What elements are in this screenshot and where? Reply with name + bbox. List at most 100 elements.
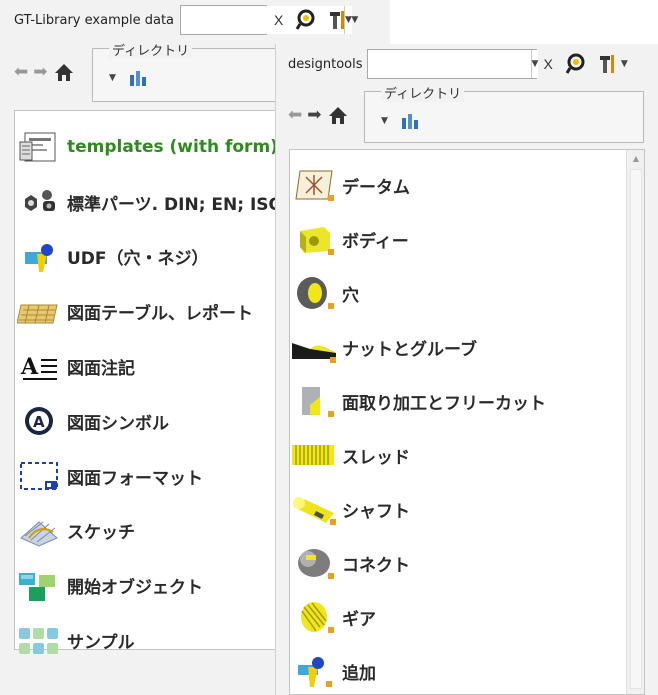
- designtools-item-list: データムボディー穴ナットとグルーブ面取り加工とフリーカット スレッドシャフトコネク…: [289, 149, 645, 695]
- list-item-label: 穴: [342, 285, 359, 306]
- drawing-note-icon: A: [15, 348, 63, 386]
- library-nav: ⬅ ➡: [14, 62, 75, 82]
- forward-arrow-icon[interactable]: ➡: [307, 106, 321, 124]
- library-search-input[interactable]: [181, 6, 345, 34]
- drawing-table-icon: [15, 293, 63, 331]
- list-item[interactable]: templates (with form): [15, 120, 313, 175]
- designtools-search-combo[interactable]: ▼: [366, 49, 539, 79]
- clear-search-button[interactable]: X: [274, 12, 283, 28]
- list-item-label: 図面注記: [67, 359, 135, 380]
- directory-label: ディレクトリ: [381, 83, 465, 102]
- library-search-combo[interactable]: ▼: [180, 5, 352, 35]
- list-item[interactable]: シャフト: [290, 482, 644, 536]
- sample-icon: [15, 622, 63, 660]
- list-item[interactable]: A 図面シンボル: [15, 394, 313, 449]
- list-item[interactable]: UDF（穴・ネジ）: [15, 230, 313, 285]
- list-item-label: 図面シンボル: [67, 413, 169, 434]
- start-object-icon: [15, 567, 63, 605]
- list-item-label: UDF（穴・ネジ）: [67, 249, 209, 270]
- list-item-label: コネクト: [342, 555, 410, 576]
- nut-groove-icon: [290, 328, 338, 366]
- thread-icon: [290, 436, 338, 474]
- directory-dropdown-icon[interactable]: ▼: [109, 73, 116, 83]
- list-item-label: ナットとグルーブ: [342, 339, 477, 360]
- list-item-label: データム: [342, 177, 410, 198]
- list-item[interactable]: 穴: [290, 266, 644, 320]
- list-item[interactable]: ギア: [290, 590, 644, 644]
- list-item[interactable]: コネクト: [290, 536, 644, 590]
- list-scrollbar[interactable]: ▲: [626, 150, 644, 694]
- search-icon[interactable]: [565, 53, 587, 75]
- list-item[interactable]: 図面フォーマット: [15, 449, 313, 504]
- standard-parts-icon: [15, 183, 63, 221]
- directory-label: ディレクトリ: [109, 40, 193, 59]
- form-template-icon: [15, 128, 63, 166]
- list-item-label: 面取り加工とフリーカット: [342, 393, 546, 414]
- list-item[interactable]: A 図面注記: [15, 339, 313, 394]
- designtools-search-input[interactable]: [367, 50, 531, 78]
- tools-dropdown-icon[interactable]: ▼: [621, 59, 628, 69]
- list-item-label: 図面フォーマット: [67, 468, 203, 489]
- list-item[interactable]: 開始オブジェクト: [15, 558, 313, 613]
- hole-icon: [290, 274, 338, 312]
- list-item[interactable]: スケッチ: [15, 504, 313, 559]
- list-item-label: ギア: [342, 609, 376, 630]
- add-icon: [290, 652, 338, 690]
- library-toolbar: GT-Library example data ▼ X ▼: [14, 5, 358, 35]
- drawing-symbol-icon: A: [15, 402, 63, 440]
- list-item[interactable]: 図面テーブル、レポート: [15, 284, 313, 339]
- sketch-icon: [15, 512, 63, 550]
- body-icon: [290, 220, 338, 258]
- list-item[interactable]: ボディー: [290, 212, 644, 266]
- list-item-label: 追加: [342, 663, 376, 684]
- svg-text:A: A: [20, 354, 39, 380]
- directory-dropdown-icon[interactable]: ▼: [381, 116, 388, 126]
- designtools-directory-group: ディレクトリ ▼: [364, 83, 644, 143]
- list-item-label: スケッチ: [67, 523, 135, 544]
- datum-icon: [290, 166, 338, 204]
- list-item-label: ボディー: [342, 231, 409, 252]
- list-item-label: シャフト: [342, 501, 410, 522]
- back-arrow-icon[interactable]: ⬅: [288, 106, 302, 124]
- chamfer-icon: [290, 382, 338, 420]
- back-arrow-icon[interactable]: ⬅: [14, 63, 28, 81]
- search-icon[interactable]: [295, 9, 317, 31]
- list-item[interactable]: 面取り加工とフリーカット: [290, 374, 644, 428]
- list-item[interactable]: 標準パーツ. DIN; EN; ISO: [15, 175, 313, 230]
- directory-tree-icon[interactable]: [400, 112, 420, 130]
- list-item-label: templates (with form): [67, 137, 278, 158]
- forward-arrow-icon[interactable]: ➡: [33, 63, 47, 81]
- list-item[interactable]: データム: [290, 158, 644, 212]
- chevron-down-icon[interactable]: ▼: [530, 50, 539, 78]
- list-item-label: 図面テーブル、レポート: [67, 304, 253, 325]
- scroll-thumb[interactable]: [630, 169, 642, 689]
- list-item-label: サンプル: [67, 633, 135, 654]
- list-item[interactable]: ナットとグルーブ: [290, 320, 644, 374]
- library-title: GT-Library example data: [14, 12, 175, 28]
- connect-icon: [290, 544, 338, 582]
- tools-dropdown-icon[interactable]: ▼: [351, 15, 358, 25]
- library-item-list: templates (with form) 標準パーツ. DIN; EN; ISO…: [14, 110, 314, 654]
- home-icon[interactable]: [327, 105, 349, 125]
- tools-icon[interactable]: [597, 53, 619, 75]
- designtools-toolbar: designtools ▼ X ▼: [288, 49, 628, 79]
- home-icon[interactable]: [53, 62, 75, 82]
- scroll-up-icon[interactable]: ▲: [630, 152, 642, 166]
- clear-search-button[interactable]: X: [544, 56, 553, 72]
- designtools-title: designtools: [288, 56, 363, 72]
- designtools-nav: ⬅ ➡: [288, 105, 349, 125]
- list-item[interactable]: 追加: [290, 644, 644, 695]
- list-item[interactable]: スレッド: [290, 428, 644, 482]
- directory-tree-icon[interactable]: [128, 69, 148, 87]
- svg-text:A: A: [33, 413, 45, 431]
- tools-icon[interactable]: [327, 9, 349, 31]
- list-item-label: 標準パーツ. DIN; EN; ISO: [67, 194, 283, 215]
- list-item-label: 開始オブジェクト: [67, 578, 203, 599]
- library-panel-front: designtools ▼ X ▼ ⬅ ➡ ディレクトリ ▼ データムボディー穴…: [275, 44, 658, 695]
- drawing-format-icon: [15, 457, 63, 495]
- gear-icon: [290, 598, 338, 636]
- udf-icon: [15, 238, 63, 276]
- shaft-icon: [290, 490, 338, 528]
- list-item-label: スレッド: [342, 447, 410, 468]
- list-item[interactable]: サンプル: [15, 613, 313, 668]
